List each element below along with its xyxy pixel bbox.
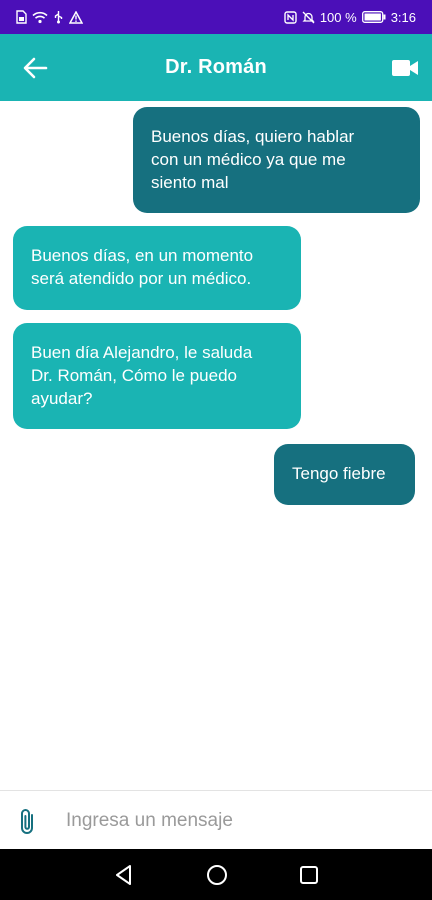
arrow-left-icon[interactable]	[22, 56, 48, 80]
status-icons-right: 100 % 3:16	[284, 10, 416, 25]
usb-icon	[54, 11, 63, 24]
back-triangle-icon[interactable]	[112, 863, 136, 887]
system-navigation-bar	[0, 849, 432, 900]
clock: 3:16	[390, 9, 416, 25]
warning-icon	[69, 10, 83, 24]
home-circle-icon[interactable]	[205, 863, 229, 887]
message-bubble-sent: Tengo fiebre	[274, 444, 415, 505]
message-bubble-received: Buenos días, en un momento será atendido…	[13, 226, 301, 310]
silent-bell-icon	[302, 11, 315, 23]
chat-header: Dr. Román	[0, 34, 432, 101]
sim-card-icon	[16, 10, 27, 24]
status-icons-left	[16, 10, 83, 24]
message-input[interactable]	[66, 805, 416, 837]
message-composer	[0, 790, 432, 849]
nfc-icon	[284, 10, 297, 24]
message-bubble-received: Buen día Alejandro, le saluda Dr. Román,…	[13, 323, 301, 429]
recents-square-icon[interactable]	[297, 863, 321, 887]
wifi-icon	[32, 11, 48, 23]
message-bubble-sent: Buenos días, quiero hablar con un médico…	[133, 107, 420, 213]
paperclip-icon[interactable]	[18, 808, 38, 836]
battery-icon	[361, 11, 386, 23]
status-bar: 100 % 3:16	[0, 0, 432, 34]
battery-percent: 100 %	[319, 9, 357, 25]
video-camera-icon[interactable]	[392, 58, 418, 78]
page-title: Dr. Román	[165, 56, 267, 78]
message-list[interactable]: Buenos días, quiero hablar con un médico…	[0, 101, 432, 790]
